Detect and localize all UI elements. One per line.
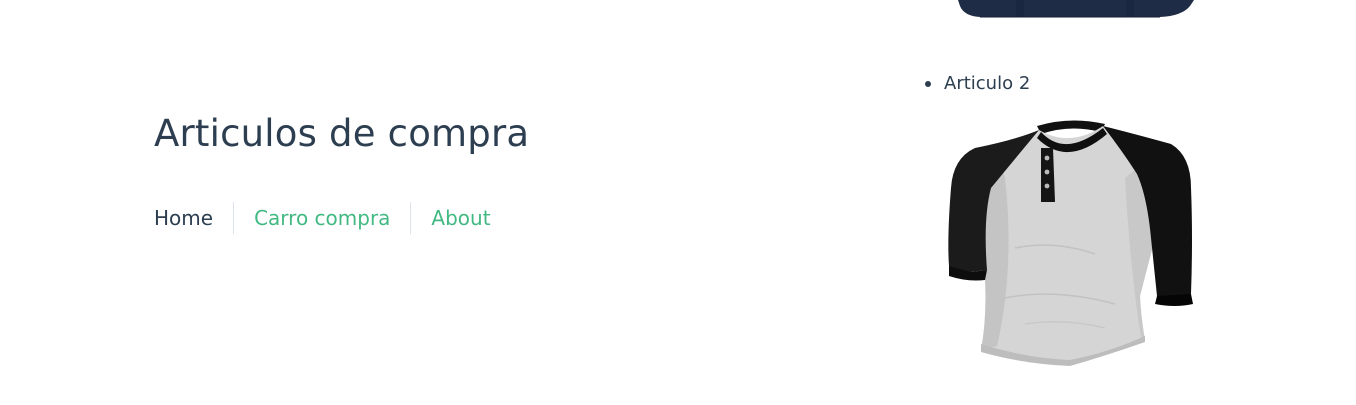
product-image-shirt	[948, 120, 1193, 366]
list-item: Articulo 2	[925, 72, 1030, 96]
product-image-bag	[958, 0, 1194, 18]
nav-link-cart[interactable]: Carro compra	[234, 202, 412, 234]
nav-link-about[interactable]: About	[411, 202, 510, 234]
page-title: Articulos de compra	[154, 112, 530, 155]
product-list: Articulo 2	[925, 72, 1030, 96]
nav-link-home[interactable]: Home	[154, 202, 235, 234]
page: Articulos de compra Home Carro compra Ab…	[0, 0, 1356, 405]
product-name: Articulo 2	[944, 73, 1031, 94]
bullet-icon	[925, 81, 931, 87]
main-nav: Home Carro compra About	[154, 202, 511, 234]
